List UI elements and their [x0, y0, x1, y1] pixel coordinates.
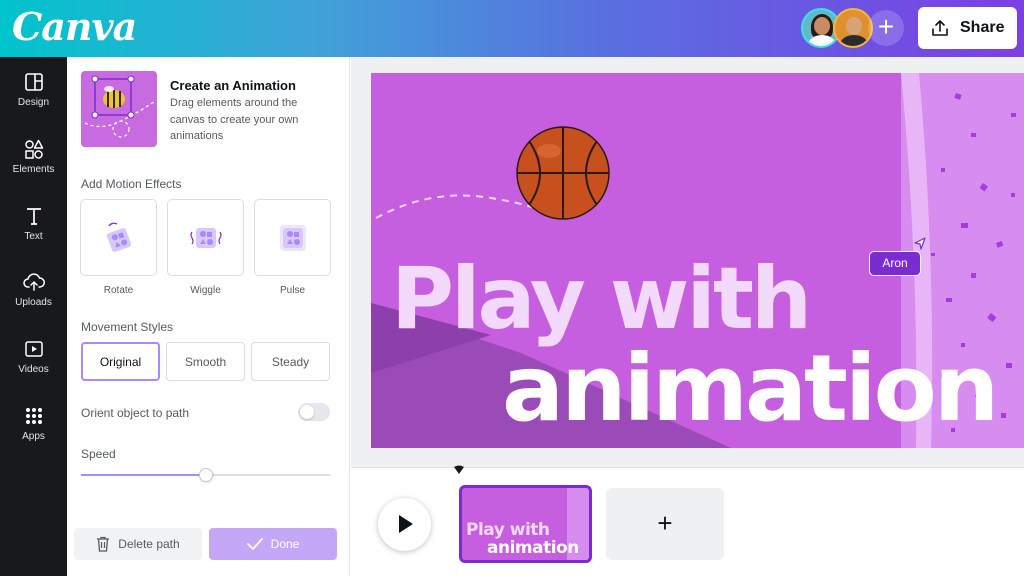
speed-slider-fill	[81, 474, 206, 476]
collaborator-name-tag: Aron	[869, 251, 921, 276]
style-steady-button[interactable]: Steady	[251, 342, 330, 381]
left-sidebar: Design Elements Text Uploads Videos Apps	[0, 57, 67, 576]
thumbnail-text-line-1: Play with	[466, 520, 550, 540]
playhead-marker-icon[interactable]	[454, 465, 464, 475]
sidebar-item-elements[interactable]: Elements	[0, 124, 67, 190]
shapes-icon	[24, 139, 43, 159]
done-button[interactable]: Done	[209, 528, 337, 560]
animation-preview-thumbnail	[81, 71, 157, 147]
share-button[interactable]: Share	[918, 7, 1017, 49]
motion-effects-title: Add Motion Effects	[81, 177, 182, 191]
sidebar-item-label: Uploads	[15, 297, 52, 308]
sidebar-item-label: Text	[24, 231, 43, 242]
wiggle-icon	[190, 228, 222, 248]
bee-illustration	[84, 75, 156, 138]
effect-label: Rotate	[103, 285, 134, 296]
animation-panel: Create an Animation Drag elements around…	[67, 57, 350, 576]
movement-styles-title: Movement Styles	[81, 320, 174, 334]
sidebar-item-label: Videos	[18, 364, 49, 375]
video-icon	[24, 341, 43, 357]
add-page-button[interactable]: +	[606, 488, 724, 560]
cloud-upload-icon	[22, 273, 45, 291]
effect-label: Wiggle	[190, 285, 221, 296]
intro-title: Create an Animation	[170, 78, 296, 93]
sidebar-item-label: Apps	[22, 431, 45, 442]
orient-toggle[interactable]	[298, 403, 330, 421]
add-collaborator-button[interactable]: +	[868, 10, 904, 46]
collaborator-avatar[interactable]	[833, 8, 873, 48]
play-button[interactable]	[378, 498, 431, 551]
top-bar: Canva + Share	[0, 0, 1024, 57]
intro-description: Drag elements around the canvas to creat…	[170, 97, 299, 142]
effect-pulse-card[interactable]	[254, 199, 331, 276]
apps-grid-icon	[25, 408, 42, 424]
share-upload-icon	[932, 20, 948, 36]
effect-wiggle-card[interactable]	[167, 199, 244, 276]
sidebar-item-label: Elements	[12, 164, 55, 175]
style-smooth-button[interactable]: Smooth	[166, 342, 245, 381]
design-canvas[interactable]: Play with animation	[371, 73, 1024, 448]
sidebar-item-uploads[interactable]: Uploads	[0, 257, 67, 323]
delete-path-button[interactable]: Delete path	[74, 528, 202, 560]
headline-line-1[interactable]: Play with	[391, 249, 812, 349]
sidebar-item-text[interactable]: Text	[0, 191, 67, 257]
play-icon	[399, 515, 413, 533]
canva-logo[interactable]: Canva	[12, 4, 137, 49]
thumbnail-text-line-2: animation	[487, 538, 579, 558]
style-original-button[interactable]: Original	[81, 342, 160, 381]
editor-workspace: Play with animation	[351, 57, 1024, 467]
share-label: Share	[960, 19, 1005, 36]
sidebar-item-design[interactable]: Design	[0, 57, 67, 123]
timeline: Play with animation +	[351, 465, 1024, 576]
collaborator-cursor-icon	[914, 237, 926, 250]
page-thumbnail[interactable]: Play with animation	[459, 485, 592, 563]
done-label: Done	[270, 537, 300, 551]
speed-slider-handle[interactable]	[198, 468, 213, 482]
sidebar-item-apps[interactable]: Apps	[0, 391, 67, 457]
layout-icon	[24, 73, 43, 91]
checkmark-icon	[246, 538, 263, 550]
effect-rotate-card[interactable]	[80, 199, 157, 276]
text-icon	[26, 208, 41, 225]
delete-path-label: Delete path	[118, 537, 180, 551]
rotate-icon	[107, 222, 131, 252]
speed-label: Speed	[81, 447, 116, 461]
headline-line-2[interactable]: animation	[502, 335, 999, 442]
orient-label: Orient object to path	[81, 406, 190, 420]
trash-icon	[97, 536, 110, 552]
basketball[interactable]	[516, 126, 610, 220]
pulse-icon	[280, 225, 306, 251]
effect-label: Pulse	[279, 285, 305, 296]
sidebar-item-label: Design	[17, 97, 50, 108]
sidebar-item-videos[interactable]: Videos	[0, 324, 67, 390]
speed-slider[interactable]	[81, 468, 330, 482]
